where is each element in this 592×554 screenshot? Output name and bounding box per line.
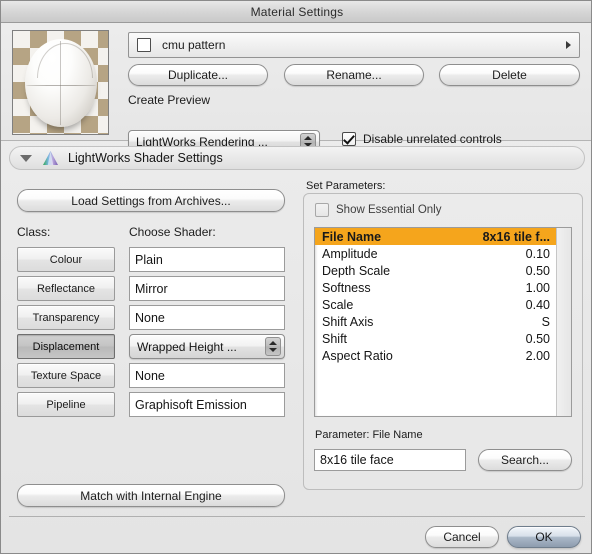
shader-popup-displacement[interactable]: Wrapped Height ...: [129, 334, 285, 359]
shader-value-texture-space[interactable]: None: [129, 363, 285, 388]
lightworks-prism-icon: [42, 150, 59, 166]
arrow-up-glyph: [304, 136, 312, 140]
parameter-list-scrollbar[interactable]: [556, 228, 571, 416]
class-button-list: Colour Reflectance Transparency Displace…: [17, 247, 115, 421]
ok-button[interactable]: OK: [507, 526, 581, 548]
table-row[interactable]: Depth Scale 0.50: [315, 262, 556, 279]
parameter-value: 2.00: [525, 348, 550, 363]
class-button-colour[interactable]: Colour: [17, 247, 115, 272]
material-name-value: cmu pattern: [162, 38, 226, 52]
material-sphere-preview[interactable]: [12, 30, 109, 135]
class-button-texture-space[interactable]: Texture Space: [17, 363, 115, 388]
shader-value-displacement: Wrapped Height ...: [137, 339, 237, 354]
preview-seam-vertical: [60, 41, 61, 125]
arrow-up-glyph: [269, 341, 277, 345]
load-settings-from-archives-button[interactable]: Load Settings from Archives...: [17, 189, 285, 212]
parameter-name: Depth Scale: [322, 263, 391, 278]
parameter-list[interactable]: File Name 8x16 tile f... Amplitude 0.10 …: [314, 227, 572, 417]
class-button-transparency[interactable]: Transparency: [17, 305, 115, 330]
checkbox-box[interactable]: [315, 203, 329, 217]
table-row[interactable]: Shift 0.50: [315, 330, 556, 347]
cancel-button[interactable]: Cancel: [425, 526, 499, 548]
choose-shader-column-label: Choose Shader:: [129, 225, 216, 239]
shader-value-reflectance[interactable]: Mirror: [129, 276, 285, 301]
material-settings-window: Material Settings cmu pattern Duplicate.…: [0, 0, 592, 554]
table-row[interactable]: Aspect Ratio 2.00: [315, 347, 556, 364]
parameter-name: Shift: [322, 331, 348, 346]
disable-unrelated-controls-checkbox[interactable]: Disable unrelated controls: [342, 132, 502, 146]
search-button[interactable]: Search...: [478, 449, 572, 471]
table-row[interactable]: Softness 1.00: [315, 279, 556, 296]
footer-divider: [9, 516, 585, 517]
table-row[interactable]: Shift Axis S: [315, 313, 556, 330]
shader-value-colour[interactable]: Plain: [129, 247, 285, 272]
material-name-checkbox[interactable]: [137, 38, 151, 52]
parameter-value: S: [541, 314, 550, 329]
parameter-value: 8x16 tile f...: [482, 229, 550, 244]
arrow-down-glyph: [269, 348, 277, 352]
parameter-name: Scale: [322, 297, 354, 312]
parameter-value: 0.50: [525, 331, 550, 346]
parameter-value: 0.50: [525, 263, 550, 278]
window-titlebar: Material Settings: [1, 1, 591, 23]
create-preview-label: Create Preview: [128, 93, 211, 107]
parameter-name: Aspect Ratio: [322, 348, 393, 363]
material-name-combo[interactable]: cmu pattern: [128, 32, 580, 58]
set-parameters-label: Set Parameters:: [306, 180, 386, 192]
class-button-displacement[interactable]: Displacement: [17, 334, 115, 359]
window-title: Material Settings: [250, 4, 344, 19]
table-row[interactable]: Amplitude 0.10: [315, 245, 556, 262]
delete-button[interactable]: Delete: [439, 64, 580, 86]
preview-seam-horizontal: [26, 85, 96, 86]
checkbox-box[interactable]: [342, 132, 356, 146]
selected-parameter-label: Parameter: File Name: [315, 429, 423, 441]
set-parameters-group: Show Essential Only File Name 8x16 tile …: [303, 193, 583, 490]
parameter-value: 0.10: [525, 246, 550, 261]
parameter-name: Amplitude: [322, 246, 378, 261]
table-row[interactable]: Scale 0.40: [315, 296, 556, 313]
parameter-value: 1.00: [525, 280, 550, 295]
parameter-name: Shift Axis: [322, 314, 374, 329]
lightworks-section-title: LightWorks Shader Settings: [68, 151, 223, 165]
parameter-rows: File Name 8x16 tile f... Amplitude 0.10 …: [315, 228, 556, 416]
parameter-name: Softness: [322, 280, 371, 295]
parameter-name: File Name: [322, 229, 382, 244]
shader-value-pipeline[interactable]: Graphisoft Emission: [129, 392, 285, 417]
class-button-reflectance[interactable]: Reflectance: [17, 276, 115, 301]
shader-value-transparency[interactable]: None: [129, 305, 285, 330]
rename-button[interactable]: Rename...: [284, 64, 424, 86]
shader-value-list: Plain Mirror None Wrapped Height ... Non…: [129, 247, 285, 421]
class-column-label: Class:: [17, 225, 51, 239]
table-row[interactable]: File Name 8x16 tile f...: [315, 228, 556, 245]
duplicate-button[interactable]: Duplicate...: [128, 64, 268, 86]
lightworks-section-header[interactable]: LightWorks Shader Settings: [9, 146, 585, 170]
show-essential-only-label: Show Essential Only: [336, 204, 442, 216]
class-button-pipeline[interactable]: Pipeline: [17, 392, 115, 417]
show-essential-only-checkbox[interactable]: Show Essential Only: [315, 203, 441, 217]
parameter-value-input[interactable]: 8x16 tile face: [314, 449, 466, 471]
material-header-area: cmu pattern Duplicate... Rename... Delet…: [1, 23, 591, 153]
match-with-internal-engine-button[interactable]: Match with Internal Engine: [17, 484, 285, 507]
parameter-value: 0.40: [525, 297, 550, 312]
triangle-down-icon[interactable]: [20, 154, 32, 162]
disable-unrelated-controls-label: Disable unrelated controls: [363, 132, 502, 146]
triangle-right-icon[interactable]: [566, 41, 571, 49]
updown-arrows-icon[interactable]: [265, 337, 281, 356]
